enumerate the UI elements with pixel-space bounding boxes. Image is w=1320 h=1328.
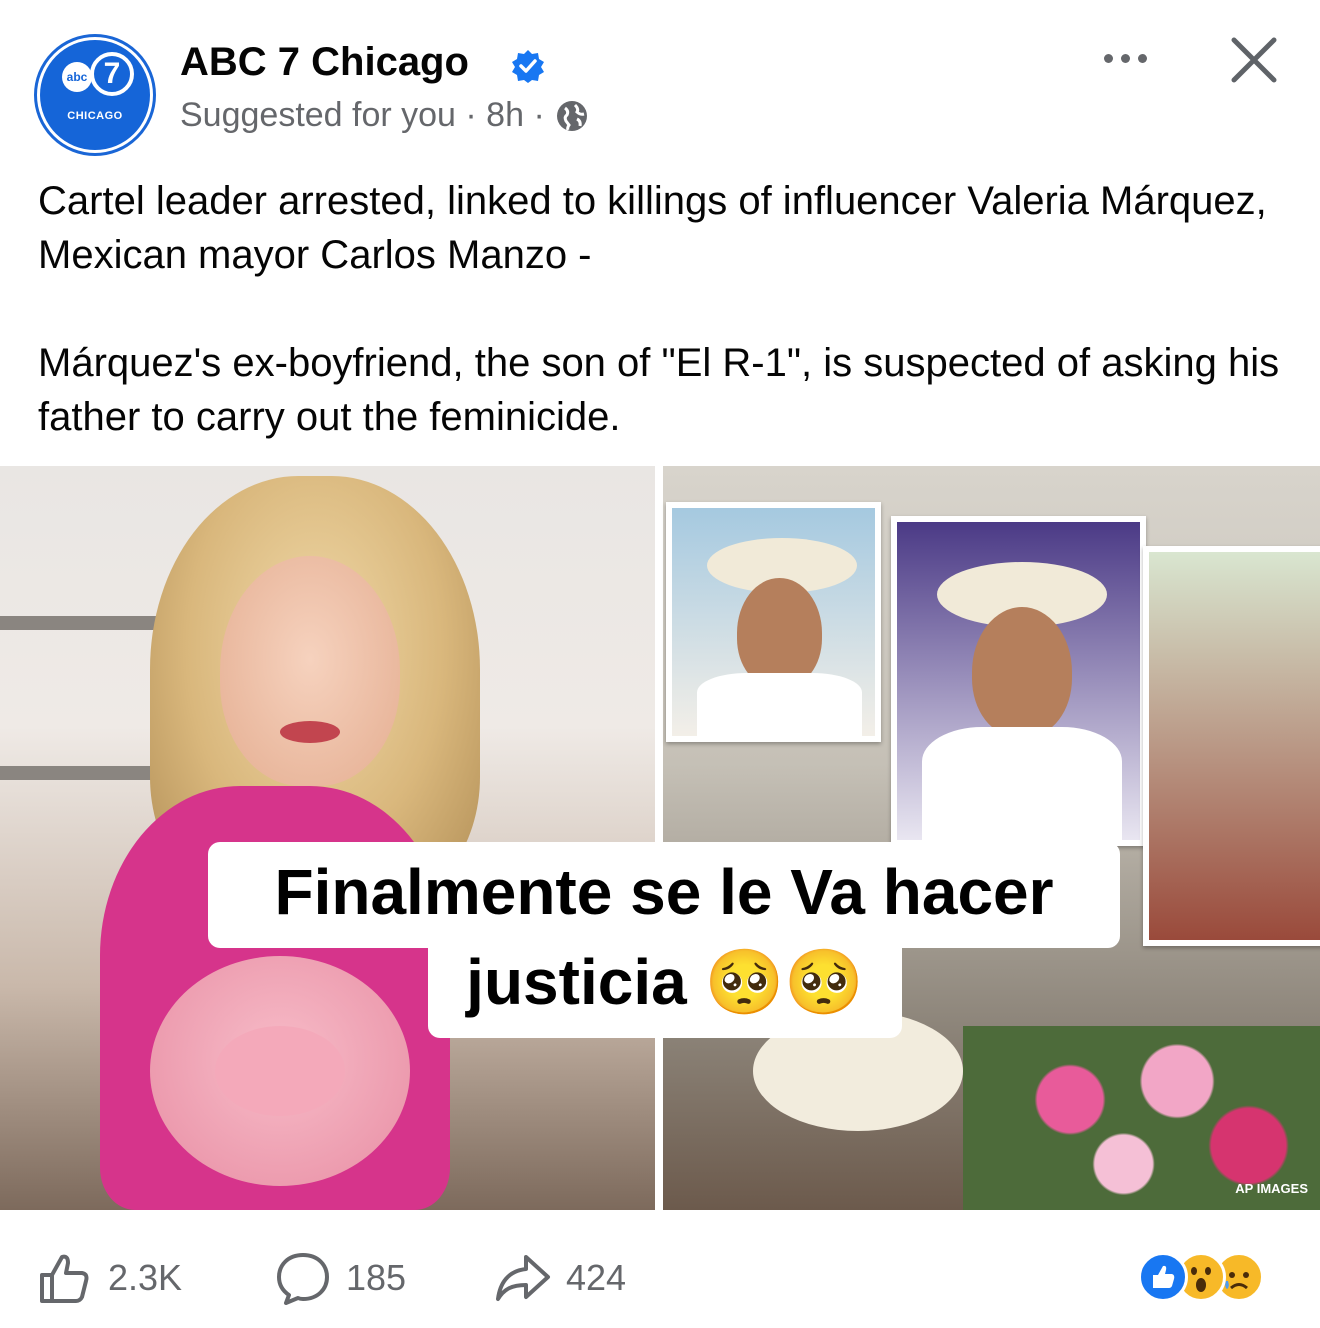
post-meta: Suggested for you · 8h · — [180, 96, 589, 135]
lips-shape — [280, 721, 340, 743]
seven-logo-text: 7 — [90, 52, 134, 96]
post-text: Cartel leader arrested, linked to killin… — [38, 174, 1288, 498]
shelf — [0, 766, 170, 780]
thumbs-up-icon — [40, 1254, 89, 1303]
share-icon — [496, 1255, 550, 1301]
close-icon[interactable] — [1224, 30, 1284, 90]
head-shape — [972, 607, 1072, 737]
image-caption-line: justicia 🥺🥺 — [466, 946, 864, 1018]
more-dot-icon — [1137, 53, 1147, 63]
influencer-photo — [0, 466, 655, 1210]
post-image[interactable]: AP IMAGES Finalmente se le Va hacer just… — [0, 466, 1320, 1210]
shirt-shape — [697, 673, 862, 738]
post-meta-text: Suggested for you · 8h · — [180, 96, 545, 134]
comment-icon — [277, 1253, 329, 1305]
post-paragraph: Márquez's ex-boyfriend, the son of "El R… — [38, 341, 1280, 439]
image-caption-line: Finalmente se le Va hacer — [274, 856, 1054, 928]
portrait-frame — [891, 516, 1146, 846]
comment-button[interactable]: 185 — [274, 1248, 406, 1308]
post-actions-bar: 2.3K 185 424 — [0, 1210, 1320, 1328]
avatar-city-label: CHICAGO — [67, 110, 123, 122]
more-options-button[interactable] — [1090, 38, 1160, 78]
like-count: 2.3K — [108, 1257, 183, 1298]
share-count: 424 — [566, 1257, 627, 1298]
like-reaction-icon — [1138, 1252, 1188, 1302]
image-divider — [655, 466, 663, 1210]
reactions-summary[interactable] — [1138, 1252, 1288, 1302]
verified-badge-icon — [512, 50, 544, 83]
abc7-logo: abc 7 CHICAGO — [40, 40, 150, 150]
post-header: abc 7 CHICAGO ABC 7 Chicago Suggested fo… — [0, 0, 1320, 160]
globe-icon — [556, 100, 587, 131]
comment-count: 185 — [346, 1257, 407, 1298]
photo-credit: AP IMAGES — [1235, 1181, 1308, 1196]
like-button[interactable]: 2.3K — [36, 1248, 182, 1308]
face-shape — [220, 556, 400, 786]
shirt-shape — [922, 727, 1122, 842]
head-shape — [737, 578, 822, 688]
memorial-photo: AP IMAGES — [663, 466, 1320, 1210]
page-name[interactable]: ABC 7 Chicago — [180, 40, 469, 85]
pig-snout-shape — [215, 1026, 345, 1116]
share-button[interactable]: 424 — [494, 1248, 626, 1308]
more-dot-icon — [1120, 53, 1130, 63]
abc-logo-text: abc — [62, 62, 92, 92]
page-avatar[interactable]: abc 7 CHICAGO — [34, 34, 156, 156]
portrait-frame — [1143, 546, 1320, 946]
portrait-frame — [666, 502, 881, 742]
more-dot-icon — [1103, 53, 1113, 63]
post-paragraph: Cartel leader arrested, linked to killin… — [38, 179, 1267, 277]
shelf — [0, 616, 170, 630]
